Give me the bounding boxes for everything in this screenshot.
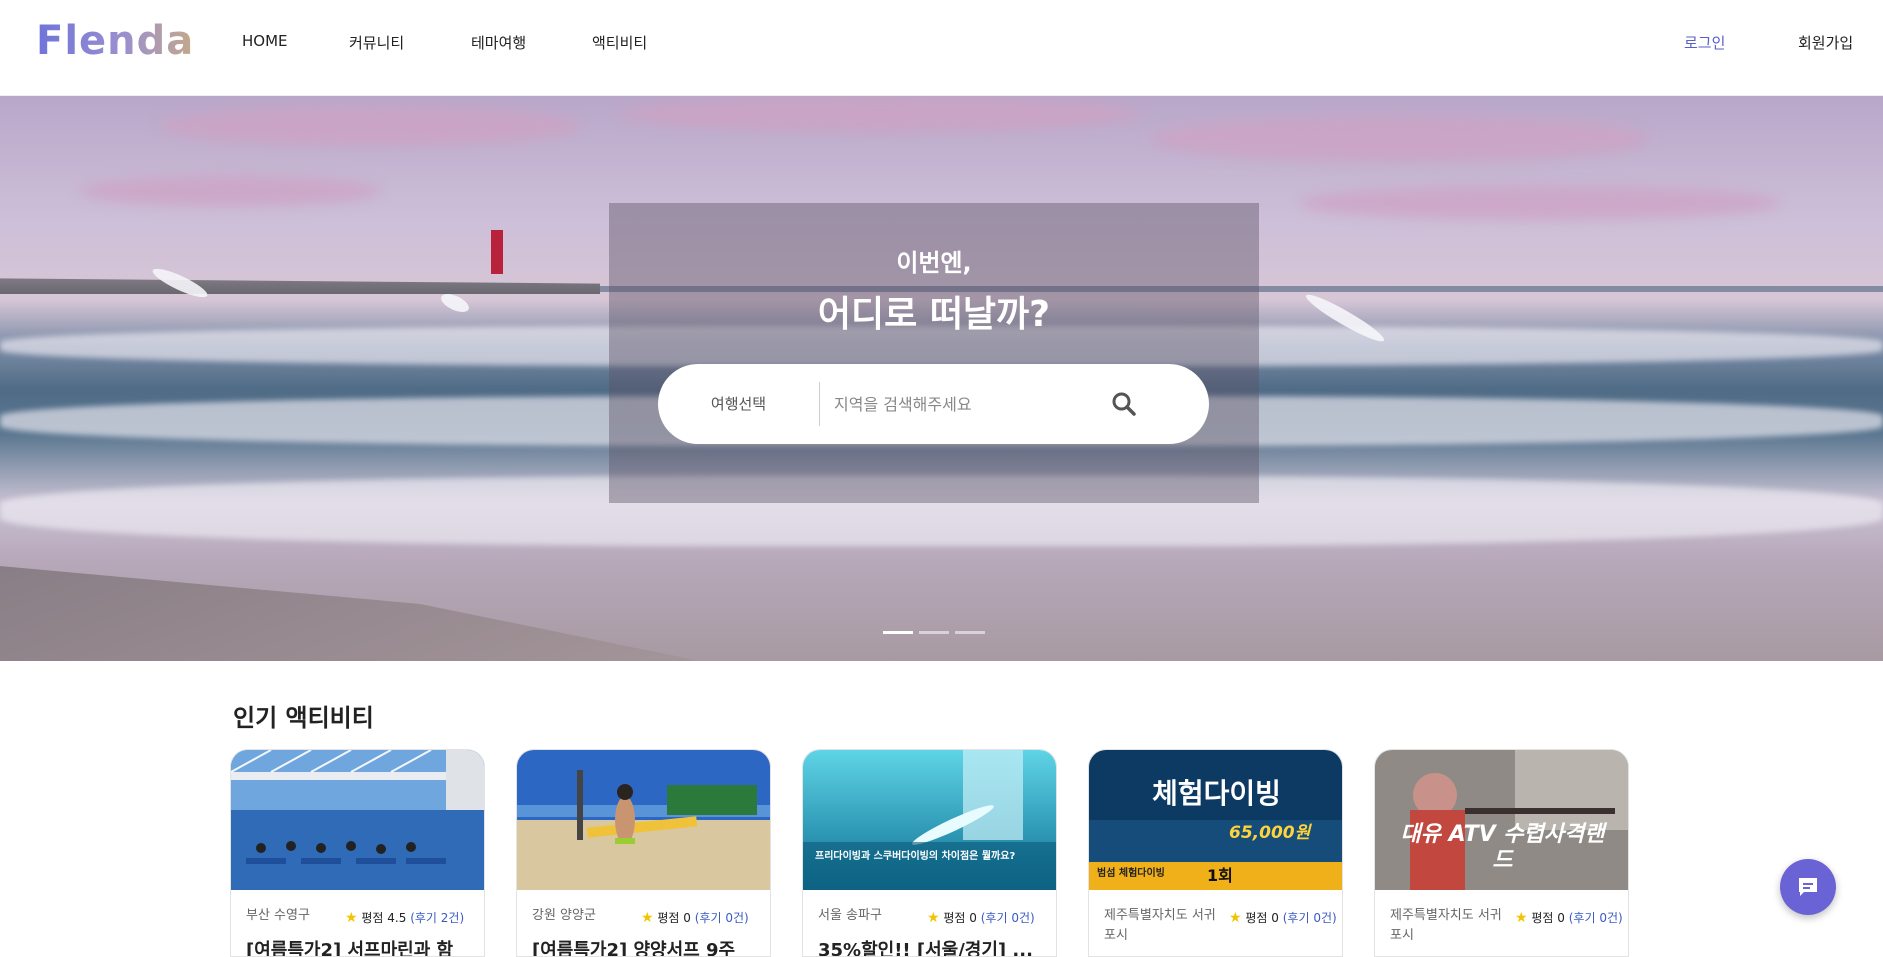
hero-subtitle: 이번엔, [896, 249, 972, 277]
hero-search-panel: 이번엔, 어디로 떠날까? 여행선택 [609, 203, 1259, 503]
hero-cloud [1300, 186, 1780, 220]
review-count[interactable]: (후기 0건) [1283, 911, 1337, 925]
activity-card[interactable]: 프리다이빙과 스쿠버다이빙의 차이점은 뭘까요? 서울 송파구 ★ 평점 0 (… [802, 749, 1057, 957]
activity-card[interactable]: 체험다이빙 65,000원 범섬 체험다이빙 1회 제주특별자치도 서귀포시 ★… [1088, 749, 1343, 957]
hero-cloud [1150, 116, 1650, 162]
card-rating: ★ 평점 0 (후기 0건) [1229, 908, 1339, 928]
section-title-popular: 인기 액티비티 [233, 704, 374, 732]
chat-button[interactable] [1780, 859, 1836, 915]
review-count[interactable]: (후기 0건) [695, 911, 749, 925]
card-image-headline: 대유 ATV 수렵사격랜드 [1400, 822, 1605, 873]
star-icon: ★ [345, 910, 358, 926]
review-count[interactable]: (후기 2건) [410, 911, 464, 925]
hero-cloud [160, 106, 580, 146]
activity-image [803, 750, 1056, 890]
card-rating: ★ 평점 0 (후기 0건) [1515, 908, 1625, 928]
card-image-badge: 1회 [1207, 866, 1233, 885]
card-title: [여름특가2] 양양서프 9주 [532, 940, 736, 957]
nav-theme-travel[interactable]: 테마여행 [471, 32, 526, 53]
nav-community[interactable]: 커뮤니티 [349, 32, 404, 53]
card-rating: ★ 평점 0 (후기 0건) [927, 908, 1035, 928]
activity-image [517, 750, 770, 890]
star-icon: ★ [927, 910, 940, 926]
card-image-subtitle: 범섬 체험다이빙 [1097, 868, 1165, 879]
star-icon: ★ [1515, 910, 1528, 926]
rating-label: 평점 0 [657, 911, 691, 925]
activity-card[interactable]: 부산 수영구 ★ 평점 4.5 (후기 2건) [여름특가2] 서프마린과 함 [230, 749, 485, 957]
site-header: Flenda HOME 커뮤니티 테마여행 액티비티 로그인 회원가입 [0, 0, 1883, 96]
beach-sand [0, 566, 700, 661]
seagull [438, 290, 472, 316]
card-rating: ★ 평점 4.5 (후기 2건) [345, 908, 464, 928]
slide-dot-2[interactable] [919, 631, 949, 634]
activity-image [231, 750, 484, 890]
card-location: 제주특별자치도 서귀포시 [1390, 908, 1502, 943]
search-divider [819, 382, 820, 426]
nav-activity[interactable]: 액티비티 [592, 32, 647, 53]
star-icon: ★ [641, 910, 654, 926]
rating-label: 평점 4.5 [361, 911, 407, 925]
login-link[interactable]: 로그인 [1684, 32, 1725, 53]
rating-label: 평점 0 [1245, 911, 1279, 925]
search-bar: 여행선택 [658, 364, 1209, 444]
card-location: 서울 송파구 [818, 908, 882, 923]
card-image-headline: 체험다이빙 [1152, 777, 1281, 810]
rating-label: 평점 0 [943, 911, 977, 925]
hero-banner: 이번엔, 어디로 떠날까? 여행선택 [0, 96, 1883, 661]
card-image-price: 65,000원 [1229, 823, 1311, 843]
review-count[interactable]: (후기 0건) [981, 911, 1035, 925]
rating-label: 평점 0 [1531, 911, 1565, 925]
card-title: 35%할인!! [서울/경기] ... [818, 940, 1033, 957]
hero-cloud [620, 96, 1140, 132]
chat-icon [1799, 878, 1817, 896]
search-input[interactable] [834, 386, 1114, 422]
activity-card[interactable]: 대유 ATV 수렵사격랜드 제주특별자치도 서귀포시 ★ 평점 0 (후기 0건… [1374, 749, 1629, 957]
card-title: [여름특가2] 서프마린과 함 [246, 940, 454, 957]
card-location: 제주특별자치도 서귀포시 [1104, 908, 1216, 943]
site-logo[interactable]: Flenda [36, 18, 194, 64]
slide-dot-3[interactable] [955, 631, 985, 634]
hero-cloud [80, 176, 380, 206]
signup-link[interactable]: 회원가입 [1798, 32, 1853, 53]
travel-select[interactable]: 여행선택 [658, 364, 819, 444]
lighthouse [491, 230, 503, 274]
hero-title: 어디로 떠날까? [817, 294, 1051, 335]
card-image-caption: 프리다이빙과 스쿠버다이빙의 차이점은 뭘까요? [815, 851, 1016, 862]
star-icon: ★ [1229, 910, 1242, 926]
review-count[interactable]: (후기 0건) [1569, 911, 1623, 925]
breakwater [0, 278, 600, 294]
nav-home[interactable]: HOME [242, 32, 288, 50]
search-icon[interactable] [1110, 390, 1138, 418]
card-location: 강원 양양군 [532, 908, 596, 923]
card-rating: ★ 평점 0 (후기 0건) [641, 908, 749, 928]
slide-dot-1[interactable] [883, 631, 913, 634]
activity-card[interactable]: 강원 양양군 ★ 평점 0 (후기 0건) [여름특가2] 양양서프 9주 [516, 749, 771, 957]
